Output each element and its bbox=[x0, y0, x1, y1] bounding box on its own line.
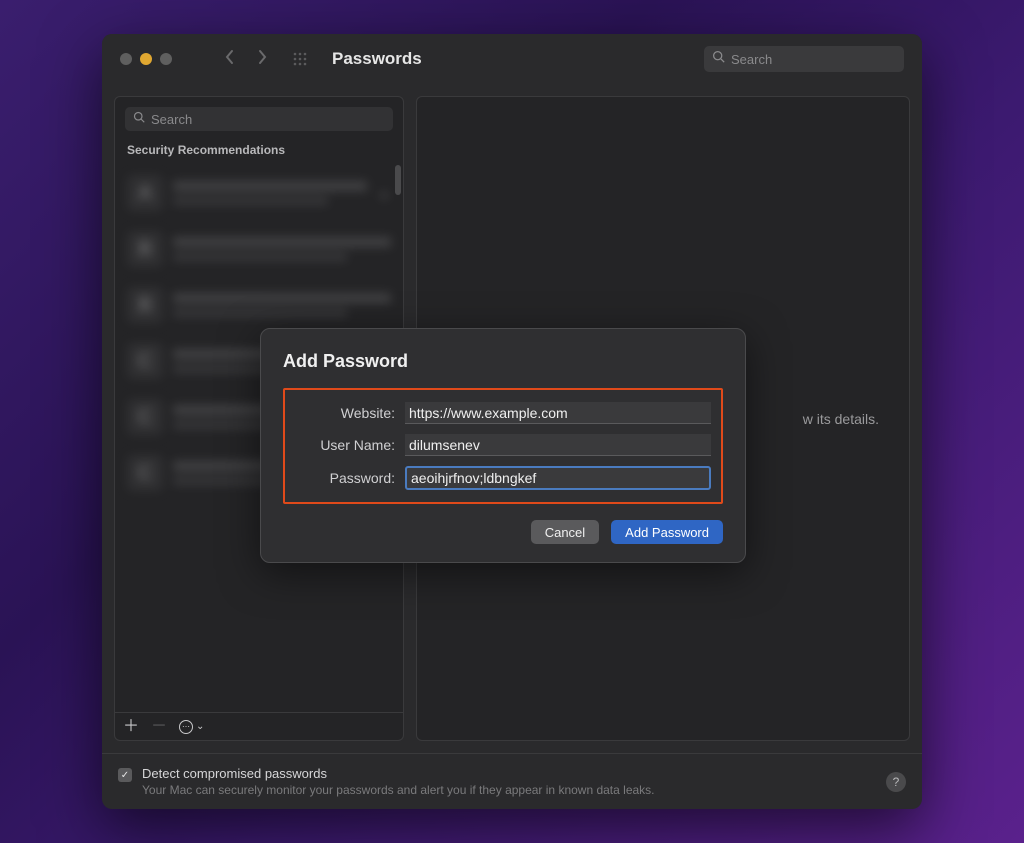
traffic-lights bbox=[120, 53, 172, 65]
passwords-window: Passwords Search Search Security Recomme… bbox=[102, 34, 922, 809]
list-item[interactable]: B bbox=[115, 277, 403, 333]
avatar: A bbox=[127, 175, 163, 211]
add-password-modal: Add Password Website: User Name: Passwor… bbox=[260, 328, 746, 563]
password-label: Password: bbox=[295, 470, 395, 486]
toolbar-search[interactable]: Search bbox=[704, 46, 904, 72]
list-item[interactable]: B bbox=[115, 221, 403, 277]
password-input[interactable] bbox=[405, 466, 711, 490]
website-input[interactable] bbox=[405, 402, 711, 424]
window-title: Passwords bbox=[332, 49, 422, 69]
help-button[interactable]: ? bbox=[886, 772, 906, 792]
avatar: B bbox=[127, 231, 163, 267]
back-button[interactable] bbox=[218, 49, 242, 70]
checkbox-label: Detect compromised passwords bbox=[142, 766, 655, 781]
remove-button[interactable]: － bbox=[151, 719, 167, 735]
list-item[interactable]: A ▲ bbox=[115, 165, 403, 221]
username-label: User Name: bbox=[295, 437, 395, 453]
avatar: C bbox=[127, 343, 163, 379]
cancel-button[interactable]: Cancel bbox=[531, 520, 599, 544]
titlebar: Passwords Search bbox=[102, 34, 922, 84]
forward-button[interactable] bbox=[250, 49, 274, 70]
show-all-icon[interactable] bbox=[292, 51, 308, 67]
search-icon bbox=[712, 50, 725, 68]
modal-title: Add Password bbox=[283, 351, 723, 372]
sidebar-footer: ＋ － ⋯ ⌄ bbox=[115, 712, 403, 740]
checkbox-subtext: Your Mac can securely monitor your passw… bbox=[142, 783, 655, 797]
detail-placeholder: w its details. bbox=[803, 411, 879, 427]
form-highlight: Website: User Name: Password: bbox=[283, 388, 723, 504]
add-password-button[interactable]: Add Password bbox=[611, 520, 723, 544]
search-icon bbox=[133, 110, 145, 128]
ellipsis-icon: ⋯ bbox=[179, 720, 193, 734]
website-label: Website: bbox=[295, 405, 395, 421]
avatar: C bbox=[127, 455, 163, 491]
warning-icon: ▲ bbox=[377, 185, 391, 201]
add-button[interactable]: ＋ bbox=[123, 719, 139, 735]
close-window-button[interactable] bbox=[120, 53, 132, 65]
avatar: C bbox=[127, 399, 163, 435]
zoom-window-button[interactable] bbox=[160, 53, 172, 65]
minimize-window-button[interactable] bbox=[140, 53, 152, 65]
detect-compromised-checkbox[interactable]: ✓ bbox=[118, 768, 132, 782]
username-input[interactable] bbox=[405, 434, 711, 456]
sidebar-search[interactable]: Search bbox=[125, 107, 393, 131]
sidebar-search-placeholder: Search bbox=[151, 112, 192, 127]
bottom-bar: ✓ Detect compromised passwords Your Mac … bbox=[102, 753, 922, 809]
more-menu[interactable]: ⋯ ⌄ bbox=[179, 720, 204, 734]
toolbar-search-placeholder: Search bbox=[731, 52, 772, 67]
section-header: Security Recommendations bbox=[115, 141, 403, 165]
avatar: B bbox=[127, 287, 163, 323]
chevron-down-icon: ⌄ bbox=[196, 721, 204, 732]
